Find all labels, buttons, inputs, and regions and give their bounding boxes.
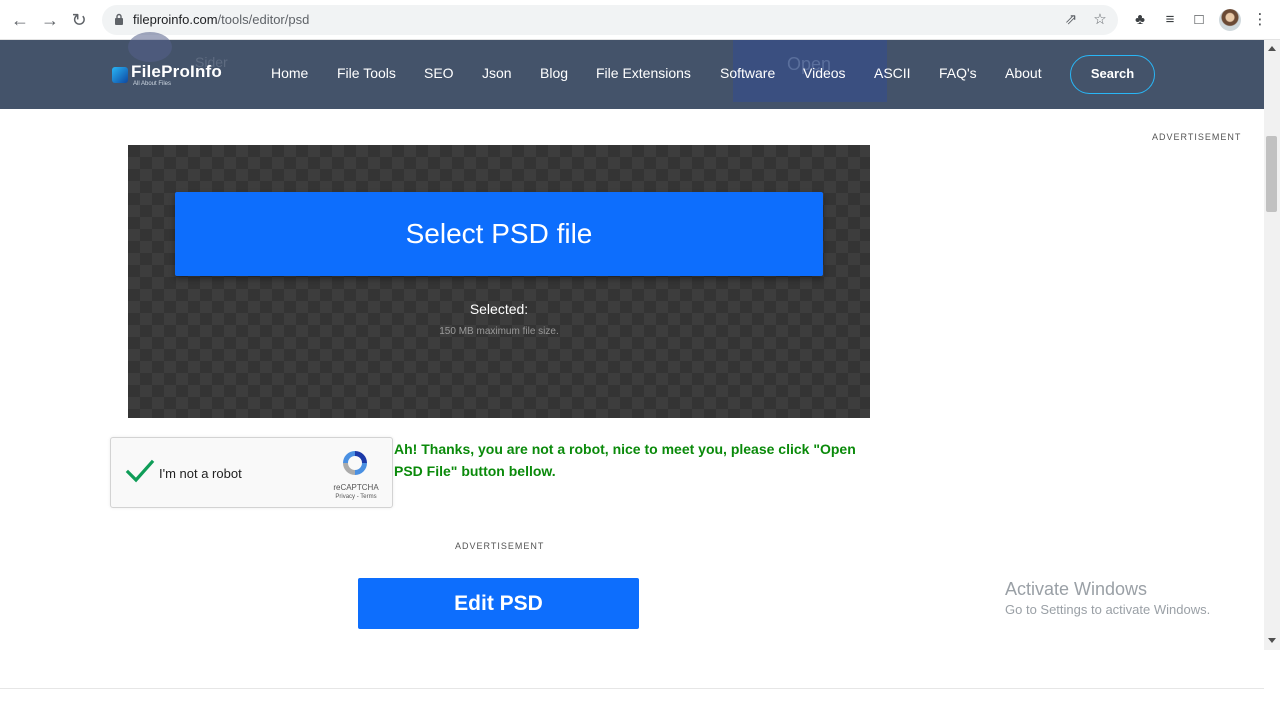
recaptcha-privacy-terms[interactable]: Privacy - Terms [321, 494, 391, 500]
max-file-size-note: 150 MB maximum file size. [439, 326, 559, 337]
search-button[interactable]: Search [1070, 55, 1155, 94]
nav-file-extensions[interactable]: File Extensions [596, 65, 691, 81]
scroll-down-icon[interactable] [1268, 638, 1276, 643]
watermark-subtitle: Go to Settings to activate Windows. [1005, 602, 1211, 617]
nav-home[interactable]: Home [271, 65, 308, 81]
upload-dropzone[interactable]: Select PSD file Selected: 150 MB maximum… [128, 145, 870, 418]
watermark-title: Activate Windows [1005, 579, 1148, 599]
advertisement-label-center: ADVERTISEMENT [455, 541, 545, 551]
select-psd-file-button[interactable]: Select PSD file [175, 192, 823, 276]
forward-icon[interactable]: → [39, 9, 61, 31]
scroll-up-icon[interactable] [1268, 46, 1276, 51]
not-a-robot-label: I'm not a robot [159, 466, 242, 481]
nav-file-tools[interactable]: File Tools [337, 65, 396, 81]
edit-psd-button[interactable]: Edit PSD [358, 578, 639, 629]
reload-icon[interactable]: ↻ [68, 9, 90, 31]
site-navbar: Sider Open FileProInfo All About Files H… [0, 32, 1264, 109]
advertisement-label-right: ADVERTISEMENT [1152, 132, 1242, 142]
recaptcha-brand: reCAPTCHA [333, 483, 379, 492]
selected-file-label: Selected: [469, 301, 529, 317]
recaptcha-logo-icon [343, 451, 367, 475]
lock-icon [115, 13, 123, 25]
nav-seo[interactable]: SEO [424, 65, 454, 81]
logo-title: FileProInfo [131, 62, 222, 81]
nav-json[interactable]: Json [482, 65, 512, 81]
share-icon[interactable]: ⇗ [1062, 11, 1080, 29]
reading-list-icon[interactable]: ≡ [1160, 10, 1180, 30]
windows-activation-watermark: Activate Windows Go to Settings to activ… [1005, 579, 1210, 617]
logo-subtitle: All About Files [133, 81, 172, 87]
back-icon[interactable]: ← [9, 9, 31, 31]
nav-ascii[interactable]: ASCII [874, 65, 911, 81]
site-logo[interactable]: FileProInfo All About Files [112, 62, 242, 90]
url-text: fileproinfo.com/tools/editor/psd [133, 12, 310, 27]
recaptcha-widget: I'm not a robot reCAPTCHA Privacy - Term… [110, 437, 393, 508]
nav-faqs[interactable]: FAQ's [939, 65, 977, 81]
extensions-puzzle-icon[interactable]: ♣ [1130, 10, 1150, 30]
overlay-ghost-icon [128, 32, 172, 62]
browser-menu-icon[interactable]: ⋮ [1250, 10, 1270, 30]
side-panel-icon[interactable]: □ [1189, 10, 1209, 30]
nav-blog[interactable]: Blog [540, 65, 568, 81]
nav-about[interactable]: About [1005, 65, 1042, 81]
address-bar[interactable]: fileproinfo.com/tools/editor/psd ⇗ ☆ [102, 5, 1118, 35]
scroll-thumb[interactable] [1266, 136, 1277, 212]
page-scrollbar[interactable] [1264, 40, 1280, 650]
bookmark-star-icon[interactable]: ☆ [1091, 11, 1109, 29]
logo-mark-icon [112, 67, 128, 83]
divider [0, 688, 1264, 689]
captcha-success-message: Ah! Thanks, you are not a robot, nice to… [394, 441, 856, 479]
checkmark-icon[interactable] [125, 456, 155, 486]
browser-toolbar: ← → ↻ fileproinfo.com/tools/editor/psd ⇗… [0, 0, 1280, 40]
nav-videos[interactable]: Videos [803, 65, 846, 81]
nav-software[interactable]: Software [720, 65, 775, 81]
profile-avatar[interactable] [1219, 9, 1241, 31]
